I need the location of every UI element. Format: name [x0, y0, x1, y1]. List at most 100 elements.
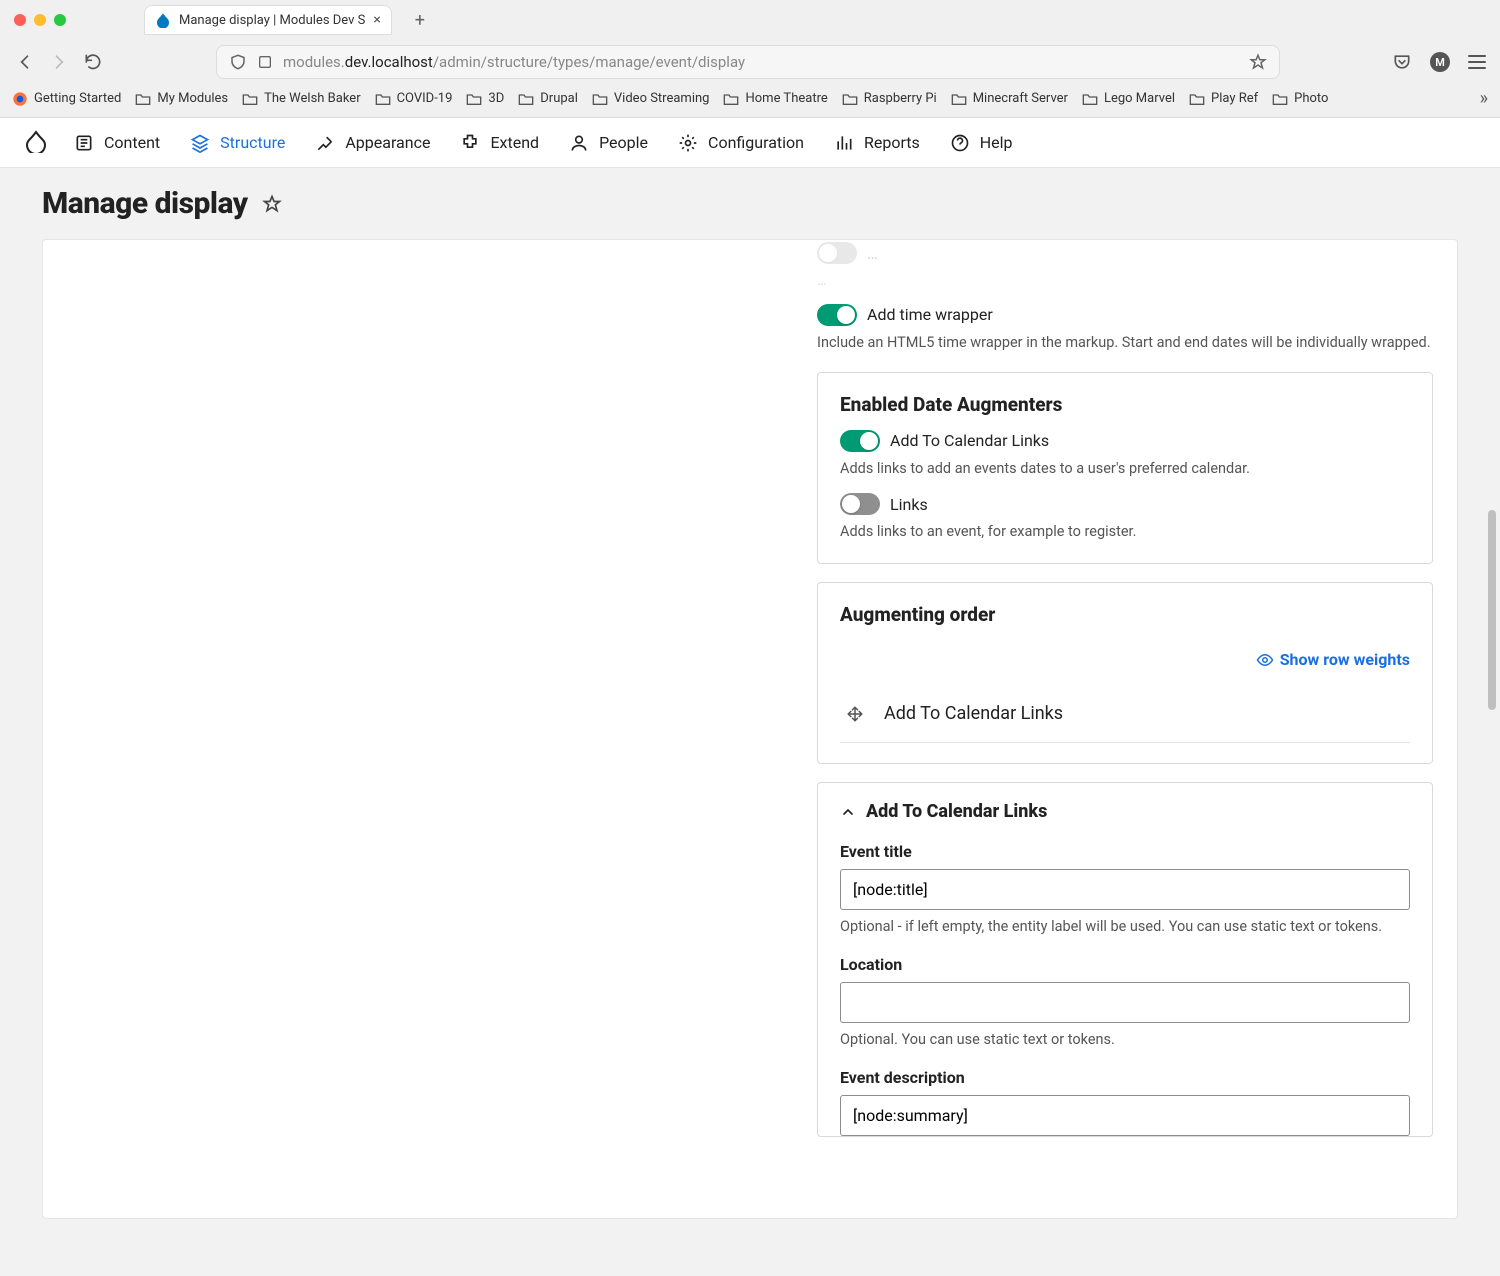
bookmark-item[interactable]: Drupal — [518, 91, 578, 106]
bookmark-label: Video Streaming — [614, 91, 710, 106]
bookmark-item[interactable]: Raspberry Pi — [842, 91, 937, 106]
bookmark-item[interactable]: Lego Marvel — [1082, 91, 1175, 106]
drupal-favicon-icon — [155, 12, 171, 28]
browser-chrome: Manage display | Modules Dev S × + modul… — [0, 0, 1500, 118]
maximize-window-button[interactable] — [54, 14, 66, 26]
order-row[interactable]: Add To Calendar Links — [840, 685, 1410, 743]
admin-menu-help[interactable]: Help — [946, 127, 1017, 159]
event-description-label: Event description — [840, 1068, 1410, 1087]
tab-close-button[interactable]: × — [373, 12, 380, 28]
toolbar-right: M — [1392, 52, 1486, 72]
bookmark-item[interactable]: COVID-19 — [375, 91, 453, 106]
bookmark-label: 3D — [488, 91, 504, 106]
calendar-links-collapse-toggle[interactable]: Add To Calendar Links — [840, 801, 1410, 822]
add-time-wrapper-toggle[interactable] — [817, 304, 857, 326]
bookmark-label: My Modules — [157, 91, 228, 106]
bookmark-label: Minecraft Server — [973, 91, 1068, 106]
event-title-input[interactable] — [840, 869, 1410, 910]
minimize-window-button[interactable] — [34, 14, 46, 26]
location-field: Location Optional. You can use static te… — [840, 955, 1410, 1048]
bookmark-item[interactable]: 3D — [466, 91, 504, 106]
bookmark-item[interactable]: My Modules — [135, 91, 228, 106]
admin-menu-reports[interactable]: Reports — [830, 127, 924, 159]
favorite-star-icon[interactable] — [262, 194, 282, 214]
app-menu-button[interactable] — [1468, 55, 1486, 69]
bookmark-label: Home Theatre — [745, 91, 827, 106]
folder-icon — [1272, 92, 1288, 106]
window-controls — [14, 14, 66, 26]
bookmark-item[interactable]: Video Streaming — [592, 91, 710, 106]
bookmark-item[interactable]: Minecraft Server — [951, 91, 1068, 106]
bookmarks-bar: Getting Started My Modules The Welsh Baker… — [0, 84, 1500, 117]
admin-menu-appearance[interactable]: Appearance — [311, 127, 434, 159]
bookmark-label: Raspberry Pi — [864, 91, 937, 106]
bookmark-item[interactable]: The Welsh Baker — [242, 91, 360, 106]
folder-icon — [1189, 92, 1205, 106]
admin-menu-extend[interactable]: Extend — [456, 127, 543, 159]
drupal-logo[interactable] — [24, 129, 48, 157]
links-help: Adds links to an event, for example to r… — [840, 521, 1410, 543]
augmenting-order-section: Augmenting order Show row weights Add To… — [817, 582, 1433, 764]
links-label: Links — [890, 495, 928, 514]
links-toggle[interactable] — [840, 493, 880, 515]
location-input[interactable] — [840, 982, 1410, 1023]
admin-menu-people[interactable]: People — [565, 127, 652, 159]
bookmark-star-icon[interactable] — [1249, 53, 1267, 71]
bookmarks-overflow-button[interactable]: » — [1480, 88, 1488, 109]
bookmark-label: Photo — [1294, 91, 1328, 106]
reload-button[interactable] — [82, 51, 104, 73]
folder-icon — [592, 92, 608, 106]
admin-menu-configuration[interactable]: Configuration — [674, 127, 808, 159]
bookmark-label: Getting Started — [34, 91, 121, 106]
admin-menu-content[interactable]: Content — [70, 127, 164, 159]
bookmark-item[interactable]: Getting Started — [12, 91, 121, 107]
bookmark-label: Lego Marvel — [1104, 91, 1175, 106]
chevron-up-icon — [840, 804, 856, 820]
drag-handle-icon[interactable] — [846, 705, 864, 723]
bookmark-label: COVID-19 — [397, 91, 453, 106]
calendar-links-label: Add To Calendar Links — [890, 431, 1049, 450]
folder-icon — [1082, 92, 1098, 106]
tab-strip: Manage display | Modules Dev S × + — [0, 0, 1500, 40]
folder-icon — [375, 92, 391, 106]
new-tab-button[interactable]: + — [408, 10, 432, 31]
admin-toolbar: Content Structure Appearance Extend Peop… — [0, 118, 1500, 168]
tab-title: Manage display | Modules Dev S — [179, 13, 365, 28]
bookmark-label: Play Ref — [1211, 91, 1258, 106]
augmenting-order-title: Augmenting order — [840, 603, 1410, 626]
content-area: … … Add time wrapper Include an HTML5 ti… — [0, 239, 1500, 1259]
event-description-input[interactable] — [840, 1095, 1410, 1136]
close-window-button[interactable] — [14, 14, 26, 26]
bookmark-item[interactable]: Play Ref — [1189, 91, 1258, 106]
date-augmenters-title: Enabled Date Augmenters — [840, 393, 1410, 416]
profile-avatar[interactable]: M — [1430, 52, 1450, 72]
bookmark-item[interactable]: Photo — [1272, 91, 1328, 106]
admin-menu-structure[interactable]: Structure — [186, 127, 289, 159]
folder-icon — [466, 92, 482, 106]
add-time-wrapper-help: Include an HTML5 time wrapper in the mar… — [817, 332, 1433, 354]
calendar-links-settings: Add To Calendar Links Event title Option… — [817, 782, 1433, 1137]
event-title-desc: Optional - if left empty, the entity lab… — [840, 918, 1410, 935]
pocket-icon[interactable] — [1392, 52, 1412, 72]
folder-icon — [842, 92, 858, 106]
eye-icon — [1256, 651, 1274, 669]
browser-tab[interactable]: Manage display | Modules Dev S × — [144, 5, 392, 35]
url-bar[interactable]: modules.dev.localhost/admin/structure/ty… — [216, 45, 1280, 79]
calendar-links-toggle[interactable] — [840, 430, 880, 452]
config-panel: … … Add time wrapper Include an HTML5 ti… — [42, 239, 1458, 1219]
calendar-links-help: Adds links to add an events dates to a u… — [840, 458, 1410, 480]
location-label: Location — [840, 955, 1410, 974]
add-time-wrapper-label: Add time wrapper — [867, 305, 993, 324]
folder-icon — [723, 92, 739, 106]
time-wrapper-block: Add time wrapper Include an HTML5 time w… — [817, 304, 1433, 354]
location-desc: Optional. You can use static text or tok… — [840, 1031, 1410, 1048]
folder-icon — [951, 92, 967, 106]
app: Content Structure Appearance Extend Peop… — [0, 118, 1500, 1259]
bookmark-label: The Welsh Baker — [264, 91, 360, 106]
bookmark-item[interactable]: Home Theatre — [723, 91, 827, 106]
order-row-label: Add To Calendar Links — [884, 703, 1063, 724]
forward-button[interactable] — [48, 51, 70, 73]
back-button[interactable] — [14, 51, 36, 73]
show-row-weights-link[interactable]: Show row weights — [840, 642, 1410, 685]
page-header: Manage display — [0, 168, 1500, 239]
